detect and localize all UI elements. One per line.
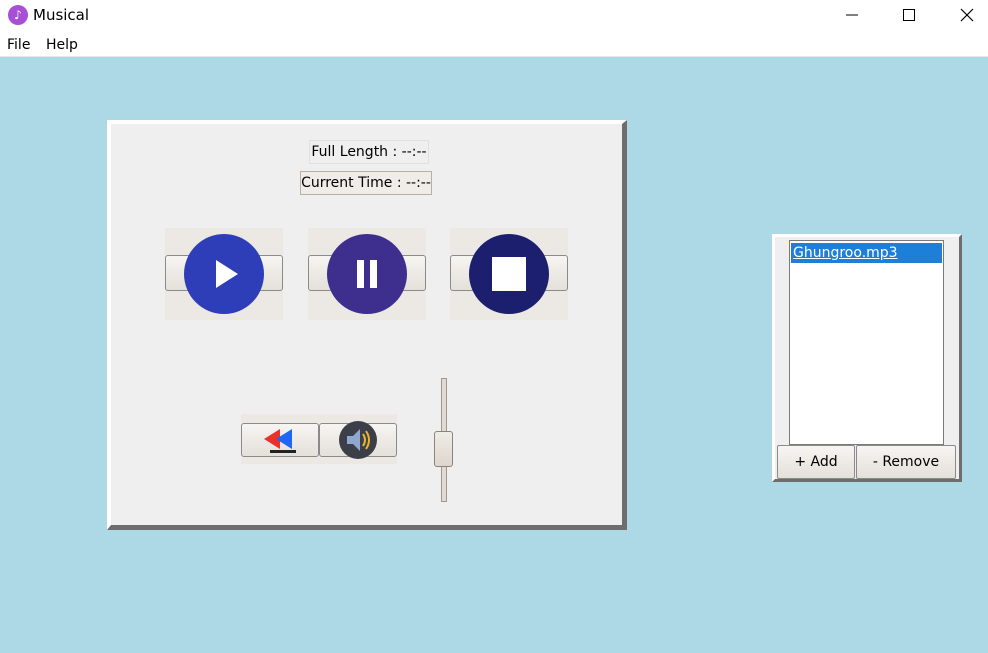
close-icon (960, 8, 974, 22)
window-title: Musical (33, 6, 90, 24)
rewind-icon (264, 429, 296, 453)
menu-bar: File Help (0, 33, 988, 57)
speaker-icon (339, 421, 377, 459)
player-panel: Full Length : --:-- Current Time : --:-- (107, 120, 627, 530)
remove-button[interactable]: - Remove (856, 445, 956, 479)
mute-button-frame (319, 421, 397, 459)
playlist-item[interactable]: Ghungroo.mp3 (791, 243, 942, 263)
menu-help[interactable]: Help (46, 37, 78, 53)
rewind-button[interactable] (241, 414, 319, 464)
maximize-button[interactable] (880, 0, 938, 30)
playlist-listbox[interactable]: Ghungroo.mp3 (789, 240, 944, 445)
title-bar: ♪ Musical (0, 0, 988, 33)
minimize-icon (846, 14, 858, 16)
stop-icon (469, 234, 549, 314)
stop-button[interactable] (450, 228, 568, 320)
playlist-panel: Ghungroo.mp3 + Add - Remove (772, 234, 962, 482)
current-time-label: Current Time : --:-- (300, 171, 432, 195)
add-button[interactable]: + Add (777, 445, 855, 479)
play-icon (184, 234, 264, 314)
maximize-icon (903, 9, 915, 21)
play-button[interactable] (165, 228, 283, 320)
app-icon: ♪ (8, 5, 28, 25)
mute-button[interactable] (319, 414, 397, 464)
pause-button[interactable] (308, 228, 426, 320)
menu-file[interactable]: File (7, 37, 30, 53)
close-button[interactable] (938, 0, 988, 30)
volume-slider-thumb[interactable] (434, 431, 453, 467)
rewind-button-frame (241, 423, 319, 457)
full-length-label: Full Length : --:-- (309, 140, 429, 164)
minimize-button[interactable] (823, 0, 881, 30)
pause-icon (327, 234, 407, 314)
